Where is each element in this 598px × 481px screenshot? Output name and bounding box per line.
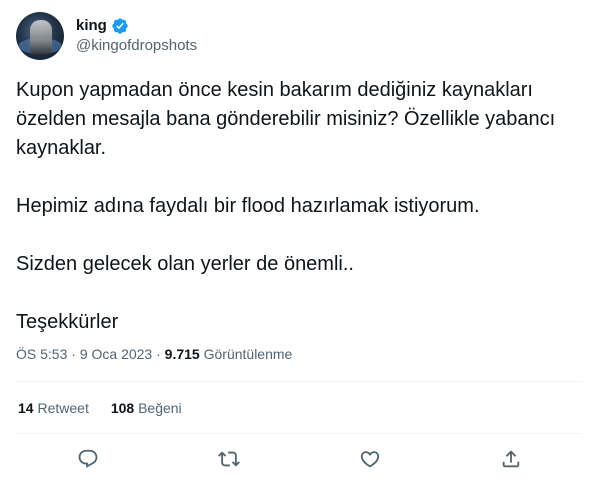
verified-badge-icon[interactable] [111, 17, 129, 35]
retweet-label: Retweet [37, 400, 89, 416]
views-label: Görüntülenme [203, 346, 293, 362]
tweet-stats: 14 Retweet 108 Beğeni [18, 398, 182, 418]
display-name[interactable]: king [76, 16, 107, 36]
tweet-time[interactable]: ÖS 5:53 [16, 346, 67, 362]
display-name-row: king [76, 16, 197, 36]
views-count: 9.715 [164, 346, 200, 362]
action-bar [16, 442, 582, 476]
like-count: 108 [110, 400, 135, 416]
heart-icon [360, 451, 380, 468]
reply-icon [78, 449, 98, 468]
retweet-button[interactable] [212, 442, 246, 476]
tweet-meta: ÖS 5:53 · 9 Oca 2023 · 9.715 Görüntülenm… [16, 344, 292, 364]
author-info: king @kingofdropshots [76, 16, 197, 56]
tweet-line: Kupon yapmadan önce kesin bakarım dediği… [16, 79, 556, 159]
likes-link[interactable]: 108 Beğeni [111, 398, 182, 418]
tweet-header: king @kingofdropshots [16, 12, 197, 60]
tweet-line: Teşekkürler [16, 311, 119, 333]
retweets-link[interactable]: 14 Retweet [18, 398, 89, 418]
share-icon [502, 450, 520, 468]
divider [16, 381, 582, 382]
reply-button[interactable] [71, 442, 105, 476]
author-handle[interactable]: @kingofdropshots [76, 36, 197, 56]
divider [16, 433, 582, 434]
tweet-line: Sizden gelecek olan yerler de önemli.. [16, 253, 354, 275]
share-button[interactable] [494, 442, 528, 476]
tweet-text: Kupon yapmadan önce kesin bakarım dediği… [16, 76, 582, 337]
avatar[interactable] [16, 12, 64, 60]
retweet-count: 14 [18, 400, 34, 416]
avatar-figure [30, 20, 52, 54]
tweet: king @kingofdropshots Kupon yapmadan önc… [0, 0, 598, 481]
like-label: Beğeni [138, 400, 182, 416]
tweet-date[interactable]: 9 Oca 2023 [80, 346, 152, 362]
meta-separator: · [71, 346, 76, 362]
retweet-icon [218, 451, 240, 467]
meta-separator: · [156, 346, 161, 362]
tweet-line: Hepimiz adına faydalı bir flood hazırlam… [16, 195, 480, 217]
like-button[interactable] [353, 442, 387, 476]
